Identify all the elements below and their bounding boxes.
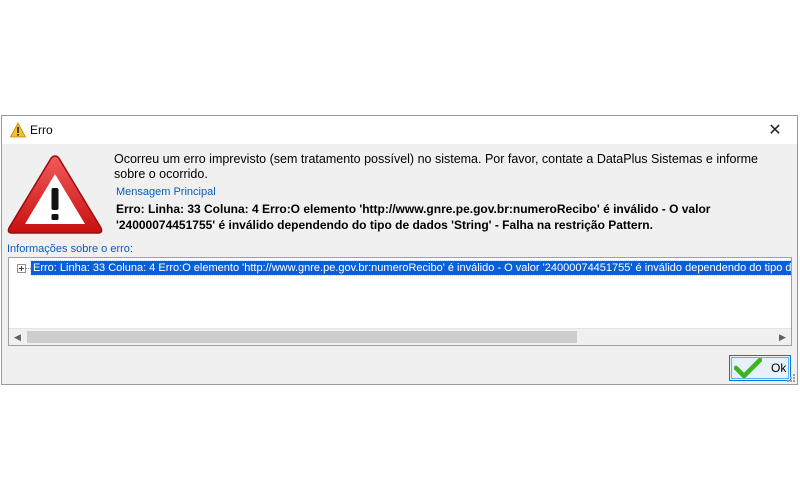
resize-grip-icon[interactable] <box>786 373 796 383</box>
warning-small-icon <box>10 122 26 138</box>
close-button[interactable]: ✕ <box>753 116 797 144</box>
error-dialog: Erro ✕ Ocorreu um erro imprevisto (sem t… <box>1 115 798 385</box>
error-info-label: Informações sobre o erro: <box>7 243 133 255</box>
scroll-right-icon[interactable]: ▶ <box>774 329 791 345</box>
window-title: Erro <box>30 123 53 137</box>
ok-button[interactable]: Ok <box>729 355 791 381</box>
error-info-tree[interactable]: Erro: Linha: 33 Coluna: 4 Erro:O element… <box>8 257 792 346</box>
main-message: Ocorreu um erro imprevisto (sem tratamen… <box>114 152 759 181</box>
checkmark-icon <box>734 358 762 378</box>
tree-expand-icon[interactable] <box>17 264 26 273</box>
warning-large-icon <box>7 155 103 234</box>
title-bar: Erro ✕ <box>2 116 797 144</box>
ok-button-label: Ok <box>771 361 787 375</box>
error-message: Erro: Linha: 33 Coluna: 4 Erro:O element… <box>116 202 711 232</box>
scroll-left-icon[interactable]: ◀ <box>9 329 26 345</box>
tree-node-error[interactable]: Erro: Linha: 33 Coluna: 4 Erro:O element… <box>29 260 791 276</box>
scroll-thumb[interactable] <box>27 331 577 343</box>
horizontal-scrollbar[interactable]: ◀ ▶ <box>9 328 791 345</box>
close-icon: ✕ <box>768 122 782 139</box>
main-message-label: Mensagem Principal <box>116 186 216 198</box>
